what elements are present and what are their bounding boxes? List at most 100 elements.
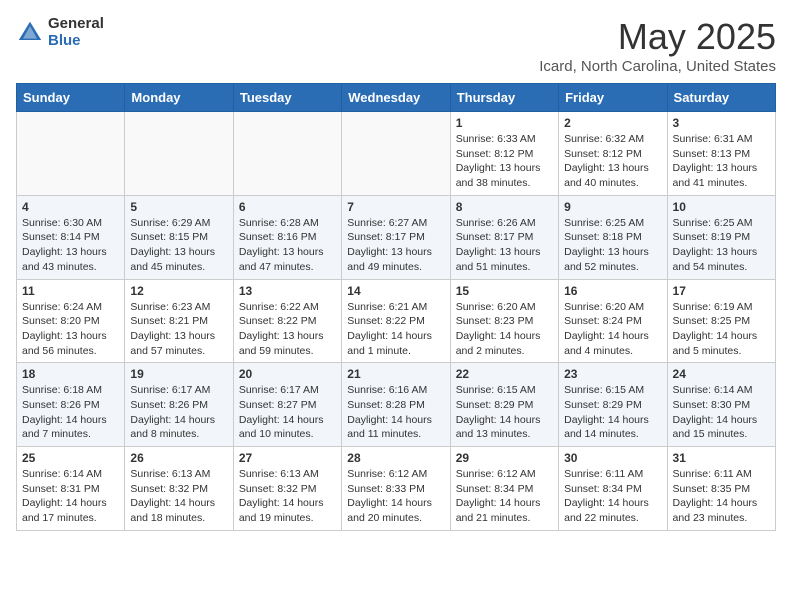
day-number: 1 (456, 116, 553, 130)
day-info: Sunrise: 6:17 AM Sunset: 8:27 PM Dayligh… (239, 383, 336, 442)
week-row-5: 25 Sunrise: 6:14 AM Sunset: 8:31 PM Dayli… (17, 447, 776, 531)
day-info: Sunrise: 6:24 AM Sunset: 8:20 PM Dayligh… (22, 300, 119, 359)
day-info: Sunrise: 6:28 AM Sunset: 8:16 PM Dayligh… (239, 216, 336, 275)
calendar-cell: 17 Sunrise: 6:19 AM Sunset: 8:25 PM Dayli… (667, 279, 775, 363)
calendar-cell: 13Sunrise: 6:22 AM Sunset: 8:22 PM Dayli… (233, 279, 341, 363)
calendar-cell: 23 Sunrise: 6:15 AM Sunset: 8:29 PM Dayli… (559, 363, 667, 447)
week-row-3: 11 Sunrise: 6:24 AM Sunset: 8:20 PM Dayli… (17, 279, 776, 363)
calendar-cell: 6 Sunrise: 6:28 AM Sunset: 8:16 PM Daylig… (233, 195, 341, 279)
day-number: 30 (564, 451, 661, 465)
day-number: 15 (456, 284, 553, 298)
calendar-cell: 18 Sunrise: 6:18 AM Sunset: 8:26 PM Dayli… (17, 363, 125, 447)
day-info: Sunrise: 6:25 AM Sunset: 8:18 PM Dayligh… (564, 216, 661, 275)
calendar-cell (17, 112, 125, 196)
weekday-header-sunday: Sunday (17, 84, 125, 112)
day-number: 6 (239, 200, 336, 214)
day-info: Sunrise: 6:19 AM Sunset: 8:25 PM Dayligh… (673, 300, 770, 359)
calendar-cell: 27Sunrise: 6:13 AM Sunset: 8:32 PM Dayli… (233, 447, 341, 531)
day-info: Sunrise: 6:14 AM Sunset: 8:31 PM Dayligh… (22, 467, 119, 526)
day-number: 24 (673, 367, 770, 381)
subtitle: Icard, North Carolina, United States (539, 58, 776, 75)
calendar-cell: 16 Sunrise: 6:20 AM Sunset: 8:24 PM Dayli… (559, 279, 667, 363)
day-number: 26 (130, 451, 227, 465)
day-info: Sunrise: 6:18 AM Sunset: 8:26 PM Dayligh… (22, 383, 119, 442)
calendar-cell: 5Sunrise: 6:29 AM Sunset: 8:15 PM Daylig… (125, 195, 233, 279)
day-number: 7 (347, 200, 444, 214)
main-title: May 2025 (539, 16, 776, 58)
calendar-cell: 3 Sunrise: 6:31 AM Sunset: 8:13 PM Daylig… (667, 112, 775, 196)
weekday-header-tuesday: Tuesday (233, 84, 341, 112)
day-info: Sunrise: 6:32 AM Sunset: 8:12 PM Dayligh… (564, 132, 661, 191)
calendar-cell: 14 Sunrise: 6:21 AM Sunset: 8:22 PM Dayli… (342, 279, 450, 363)
logo-text: General Blue (48, 16, 104, 49)
day-number: 17 (673, 284, 770, 298)
day-info: Sunrise: 6:20 AM Sunset: 8:24 PM Dayligh… (564, 300, 661, 359)
day-info: Sunrise: 6:12 AM Sunset: 8:33 PM Dayligh… (347, 467, 444, 526)
calendar-cell: 2 Sunrise: 6:32 AM Sunset: 8:12 PM Daylig… (559, 112, 667, 196)
day-number: 25 (22, 451, 119, 465)
day-number: 21 (347, 367, 444, 381)
weekday-header-friday: Friday (559, 84, 667, 112)
calendar-cell: 1Sunrise: 6:33 AM Sunset: 8:12 PM Daylig… (450, 112, 558, 196)
day-number: 22 (456, 367, 553, 381)
calendar-cell (233, 112, 341, 196)
weekday-header-monday: Monday (125, 84, 233, 112)
day-number: 28 (347, 451, 444, 465)
day-info: Sunrise: 6:26 AM Sunset: 8:17 PM Dayligh… (456, 216, 553, 275)
calendar-table: SundayMondayTuesdayWednesdayThursdayFrid… (16, 83, 776, 531)
day-number: 29 (456, 451, 553, 465)
calendar-cell: 22 Sunrise: 6:15 AM Sunset: 8:29 PM Dayli… (450, 363, 558, 447)
logo-general: General (48, 16, 104, 33)
day-number: 11 (22, 284, 119, 298)
day-info: Sunrise: 6:16 AM Sunset: 8:28 PM Dayligh… (347, 383, 444, 442)
calendar-cell: 30 Sunrise: 6:11 AM Sunset: 8:34 PM Dayli… (559, 447, 667, 531)
weekday-header-row: SundayMondayTuesdayWednesdayThursdayFrid… (17, 84, 776, 112)
page-header: General Blue May 2025 Icard, North Carol… (16, 16, 776, 75)
day-number: 18 (22, 367, 119, 381)
logo: General Blue (16, 16, 104, 49)
calendar-cell: 26 Sunrise: 6:13 AM Sunset: 8:32 PM Dayli… (125, 447, 233, 531)
calendar-cell: 29 Sunrise: 6:12 AM Sunset: 8:34 PM Dayli… (450, 447, 558, 531)
day-number: 12 (130, 284, 227, 298)
calendar-cell: 19 Sunrise: 6:17 AM Sunset: 8:26 PM Dayli… (125, 363, 233, 447)
title-block: May 2025 Icard, North Carolina, United S… (539, 16, 776, 75)
logo-blue: Blue (48, 33, 104, 50)
day-info: Sunrise: 6:27 AM Sunset: 8:17 PM Dayligh… (347, 216, 444, 275)
day-number: 14 (347, 284, 444, 298)
day-info: Sunrise: 6:21 AM Sunset: 8:22 PM Dayligh… (347, 300, 444, 359)
calendar-cell: 28 Sunrise: 6:12 AM Sunset: 8:33 PM Dayli… (342, 447, 450, 531)
day-info: Sunrise: 6:13 AM Sunset: 8:32 PM Dayligh… (130, 467, 227, 526)
day-number: 19 (130, 367, 227, 381)
weekday-header-wednesday: Wednesday (342, 84, 450, 112)
day-info: Sunrise: 6:30 AM Sunset: 8:14 PM Dayligh… (22, 216, 119, 275)
day-info: Sunrise: 6:25 AM Sunset: 8:19 PM Dayligh… (673, 216, 770, 275)
day-number: 16 (564, 284, 661, 298)
day-number: 4 (22, 200, 119, 214)
day-info: Sunrise: 6:29 AM Sunset: 8:15 PM Dayligh… (130, 216, 227, 275)
day-info: Sunrise: 6:15 AM Sunset: 8:29 PM Dayligh… (564, 383, 661, 442)
day-number: 23 (564, 367, 661, 381)
day-info: Sunrise: 6:31 AM Sunset: 8:13 PM Dayligh… (673, 132, 770, 191)
day-info: Sunrise: 6:11 AM Sunset: 8:35 PM Dayligh… (673, 467, 770, 526)
calendar-cell: 7 Sunrise: 6:27 AM Sunset: 8:17 PM Daylig… (342, 195, 450, 279)
calendar-cell: 11 Sunrise: 6:24 AM Sunset: 8:20 PM Dayli… (17, 279, 125, 363)
day-info: Sunrise: 6:11 AM Sunset: 8:34 PM Dayligh… (564, 467, 661, 526)
calendar-cell: 15 Sunrise: 6:20 AM Sunset: 8:23 PM Dayli… (450, 279, 558, 363)
calendar-cell: 31Sunrise: 6:11 AM Sunset: 8:35 PM Dayli… (667, 447, 775, 531)
week-row-2: 4 Sunrise: 6:30 AM Sunset: 8:14 PM Daylig… (17, 195, 776, 279)
week-row-1: 1Sunrise: 6:33 AM Sunset: 8:12 PM Daylig… (17, 112, 776, 196)
day-number: 8 (456, 200, 553, 214)
day-number: 3 (673, 116, 770, 130)
day-info: Sunrise: 6:17 AM Sunset: 8:26 PM Dayligh… (130, 383, 227, 442)
calendar-cell (125, 112, 233, 196)
week-row-4: 18 Sunrise: 6:18 AM Sunset: 8:26 PM Dayli… (17, 363, 776, 447)
calendar-cell: 20 Sunrise: 6:17 AM Sunset: 8:27 PM Dayli… (233, 363, 341, 447)
day-info: Sunrise: 6:15 AM Sunset: 8:29 PM Dayligh… (456, 383, 553, 442)
day-info: Sunrise: 6:12 AM Sunset: 8:34 PM Dayligh… (456, 467, 553, 526)
day-number: 27 (239, 451, 336, 465)
day-number: 2 (564, 116, 661, 130)
calendar-cell (342, 112, 450, 196)
day-info: Sunrise: 6:20 AM Sunset: 8:23 PM Dayligh… (456, 300, 553, 359)
calendar-cell: 21 Sunrise: 6:16 AM Sunset: 8:28 PM Dayli… (342, 363, 450, 447)
day-number: 20 (239, 367, 336, 381)
